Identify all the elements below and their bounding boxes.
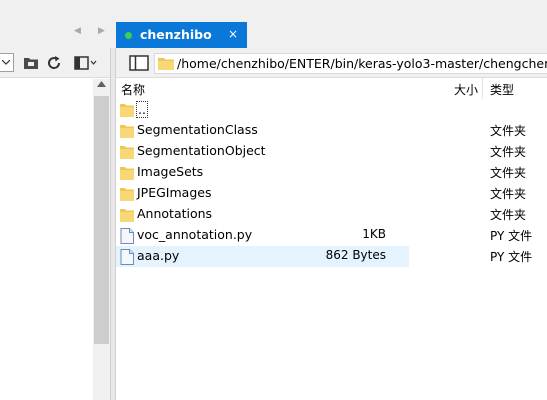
tab-close-icon[interactable]: × <box>228 27 238 41</box>
column-name[interactable]: 名称 <box>121 81 145 98</box>
list-item-selected[interactable]: aaa.py 862 Bytes PY 文件 <box>116 246 547 267</box>
list-item[interactable]: SegmentationObject 文件夹 <box>116 141 547 162</box>
path-input[interactable]: /home/chenzhibo/ENTER/bin/keras-yolo3-ma… <box>154 53 547 74</box>
scrollbar-thumb[interactable] <box>94 96 109 344</box>
scroll-up-icon[interactable] <box>97 81 106 87</box>
list-item[interactable]: ImageSets 文件夹 <box>116 162 547 183</box>
file-type: PY 文件 <box>490 250 533 264</box>
file-type: 文件夹 <box>490 166 527 180</box>
tab-scroll-left-icon[interactable]: ◀ <box>74 26 81 36</box>
tab-title: chenzhibo <box>140 27 212 42</box>
view-mode-icon[interactable] <box>74 55 98 71</box>
folder-icon <box>120 167 134 180</box>
column-type[interactable]: 类型 <box>490 81 514 98</box>
list-item[interactable]: voc_annotation.py 1KB PY 文件 <box>116 225 547 246</box>
folder-icon <box>120 188 134 201</box>
toggle-panel-icon[interactable] <box>128 54 150 72</box>
refresh-icon[interactable] <box>46 55 62 71</box>
file-size: 1KB <box>362 227 386 241</box>
file-name: SegmentationClass <box>137 122 258 137</box>
folder-icon <box>158 58 174 70</box>
file-list[interactable]: .. SegmentationClass 文件夹 SegmentationObj… <box>116 99 547 400</box>
file-type: 文件夹 <box>490 124 527 138</box>
column-size[interactable]: 大小 <box>454 81 478 98</box>
file-size: 862 Bytes <box>325 248 386 262</box>
list-item[interactable]: JPEGImages 文件夹 <box>116 183 547 204</box>
directory-tree[interactable] <box>0 79 93 400</box>
file-type: 文件夹 <box>490 187 527 201</box>
connection-status-icon <box>125 32 132 39</box>
column-divider[interactable] <box>482 78 483 99</box>
chevron-down-icon <box>2 60 10 65</box>
list-item[interactable]: .. <box>116 99 547 120</box>
address-bar: /home/chenzhibo/ENTER/bin/keras-yolo3-ma… <box>116 48 547 78</box>
left-toolbar <box>0 48 110 78</box>
tab-chenzhibo[interactable]: chenzhibo × <box>116 22 247 48</box>
file-name: JPEGImages <box>137 185 212 200</box>
tab-scroll-right-icon[interactable]: ▶ <box>98 26 105 36</box>
list-item[interactable]: Annotations 文件夹 <box>116 204 547 225</box>
tab-strip: ◀ ▶ chenzhibo × <box>0 0 547 48</box>
folder-up-icon <box>120 104 134 117</box>
path-text: /home/chenzhibo/ENTER/bin/keras-yolo3-ma… <box>177 56 547 71</box>
tree-scrollbar[interactable] <box>93 79 110 400</box>
file-name: ImageSets <box>137 164 204 179</box>
folder-icon <box>120 146 134 159</box>
file-type: 文件夹 <box>490 208 527 222</box>
python-file-icon <box>120 249 134 265</box>
file-type: 文件夹 <box>490 145 527 159</box>
file-type: PY 文件 <box>490 229 533 243</box>
drive-dropdown[interactable] <box>0 53 14 72</box>
folder-icon <box>120 209 134 222</box>
folder-icon <box>120 125 134 138</box>
open-folder-icon[interactable] <box>23 55 39 70</box>
file-name: voc_annotation.py <box>137 227 253 242</box>
file-name: SegmentationObject <box>137 143 266 158</box>
file-name: aaa.py <box>137 248 180 263</box>
list-item[interactable]: SegmentationClass 文件夹 <box>116 120 547 141</box>
file-list-header: 名称 大小 类型 <box>116 78 547 99</box>
file-name: .. <box>136 101 148 118</box>
file-name: Annotations <box>137 206 213 221</box>
python-file-icon <box>120 228 134 244</box>
